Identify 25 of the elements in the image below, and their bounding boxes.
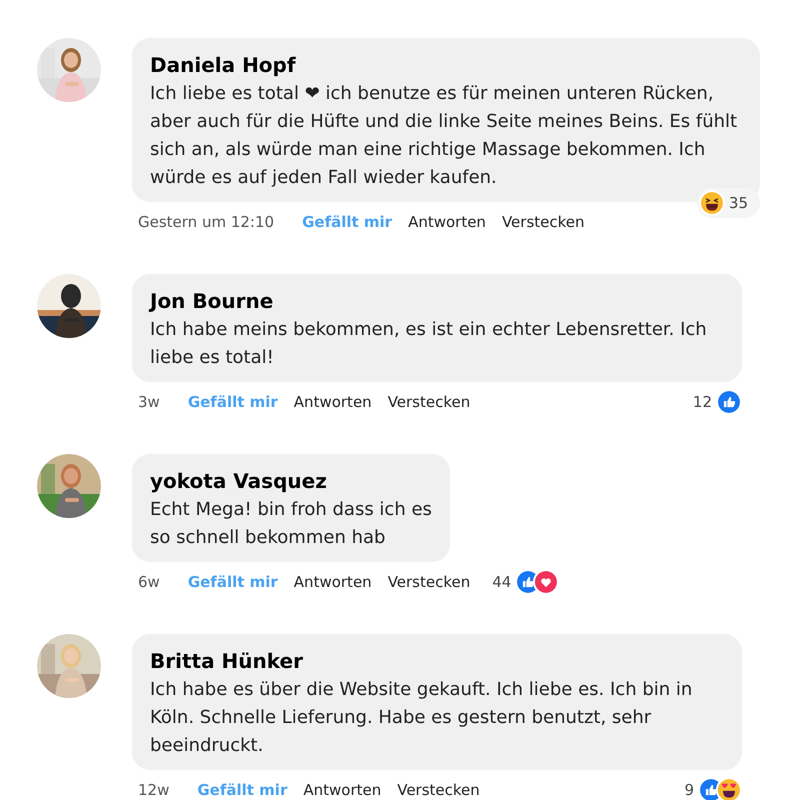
reaction-pill[interactable]: 35 (696, 188, 760, 218)
comment-text: Echt Mega! bin froh dass ich es so schnell bekommen hab (150, 498, 432, 550)
reaction-count: 35 (728, 192, 748, 214)
hide-link[interactable]: Verstecken (388, 570, 470, 594)
timestamp: 12w (138, 780, 170, 800)
hide-link[interactable]: Verstecken (388, 390, 470, 414)
comment-text: Ich habe es über die Website gekauft. Ich liebe es. Ich bin in Köln. Schnelle Lieferung. Habe es gestern benutzt, sehr beeindruckt. (150, 678, 694, 758)
comment-text: Ich liebe es total ❤ ich benutze es für meinen unteren Rücken, aber auch für die Hüfte und die linke Seite meines Beins. Es fühlt sich an, als würde man eine richtige Massage bekommen. Ich würde es auf jeden Fall wieder kaufen. (150, 82, 738, 190)
timestamp: 3w (138, 392, 160, 413)
reply-link[interactable]: Antworten (294, 570, 372, 594)
author-name[interactable]: Jon Bourne (150, 286, 724, 316)
reaction-count: 9 (684, 780, 694, 800)
reaction-count: 12 (692, 392, 712, 413)
author-name[interactable]: yokota Vasquez (150, 466, 432, 496)
author-name[interactable]: Britta Hünker (150, 646, 724, 676)
reply-link[interactable]: Antworten (408, 210, 486, 234)
comment-text: Ich habe meins bekommen, es ist ein echter Lebensretter. Ich liebe es total! (150, 318, 708, 370)
reply-link[interactable]: Antworten (294, 390, 372, 414)
hide-link[interactable]: Verstecken (397, 778, 480, 800)
reaction-count: 44 (492, 572, 512, 593)
reply-link[interactable]: Antworten (303, 778, 382, 800)
timestamp: Gestern um 12:10 (138, 212, 274, 233)
author-name[interactable]: Daniela Hopf (150, 50, 742, 80)
hide-link[interactable]: Verstecken (502, 210, 585, 234)
timestamp: 6w (138, 572, 160, 593)
